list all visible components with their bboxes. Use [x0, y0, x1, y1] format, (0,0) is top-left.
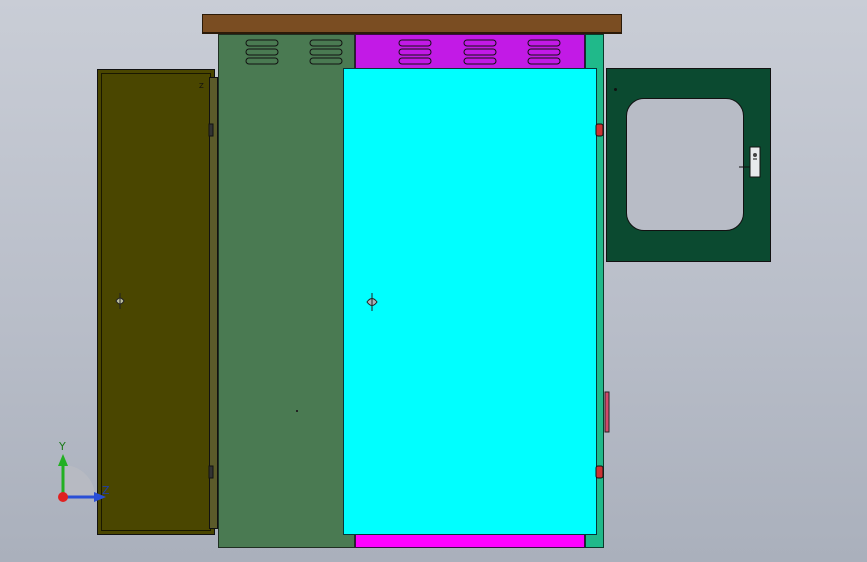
triad-z-label: Z — [102, 484, 110, 497]
center-marker-dot — [296, 410, 298, 412]
main-door-handle[interactable] — [365, 292, 379, 312]
left-door-handle[interactable] — [114, 292, 126, 310]
vent-louvers — [245, 39, 561, 65]
triad-y-label: Y — [59, 440, 66, 453]
cabinet-roof[interactable] — [202, 14, 622, 34]
side-latch[interactable] — [602, 390, 612, 434]
cabinet-body-left[interactable] — [218, 34, 355, 548]
bottom-plinth-strip[interactable] — [355, 534, 585, 548]
hatch-lock-icon[interactable] — [737, 143, 765, 181]
left-door-hinges — [208, 123, 214, 479]
hatch-corner-dot — [614, 88, 617, 91]
inspection-window — [626, 98, 744, 231]
left-door-mark: Z — [199, 82, 204, 90]
cad-viewport[interactable]: Z — [0, 0, 867, 562]
main-front-door[interactable] — [343, 68, 597, 535]
coordinate-triad: Y Z — [50, 440, 120, 510]
